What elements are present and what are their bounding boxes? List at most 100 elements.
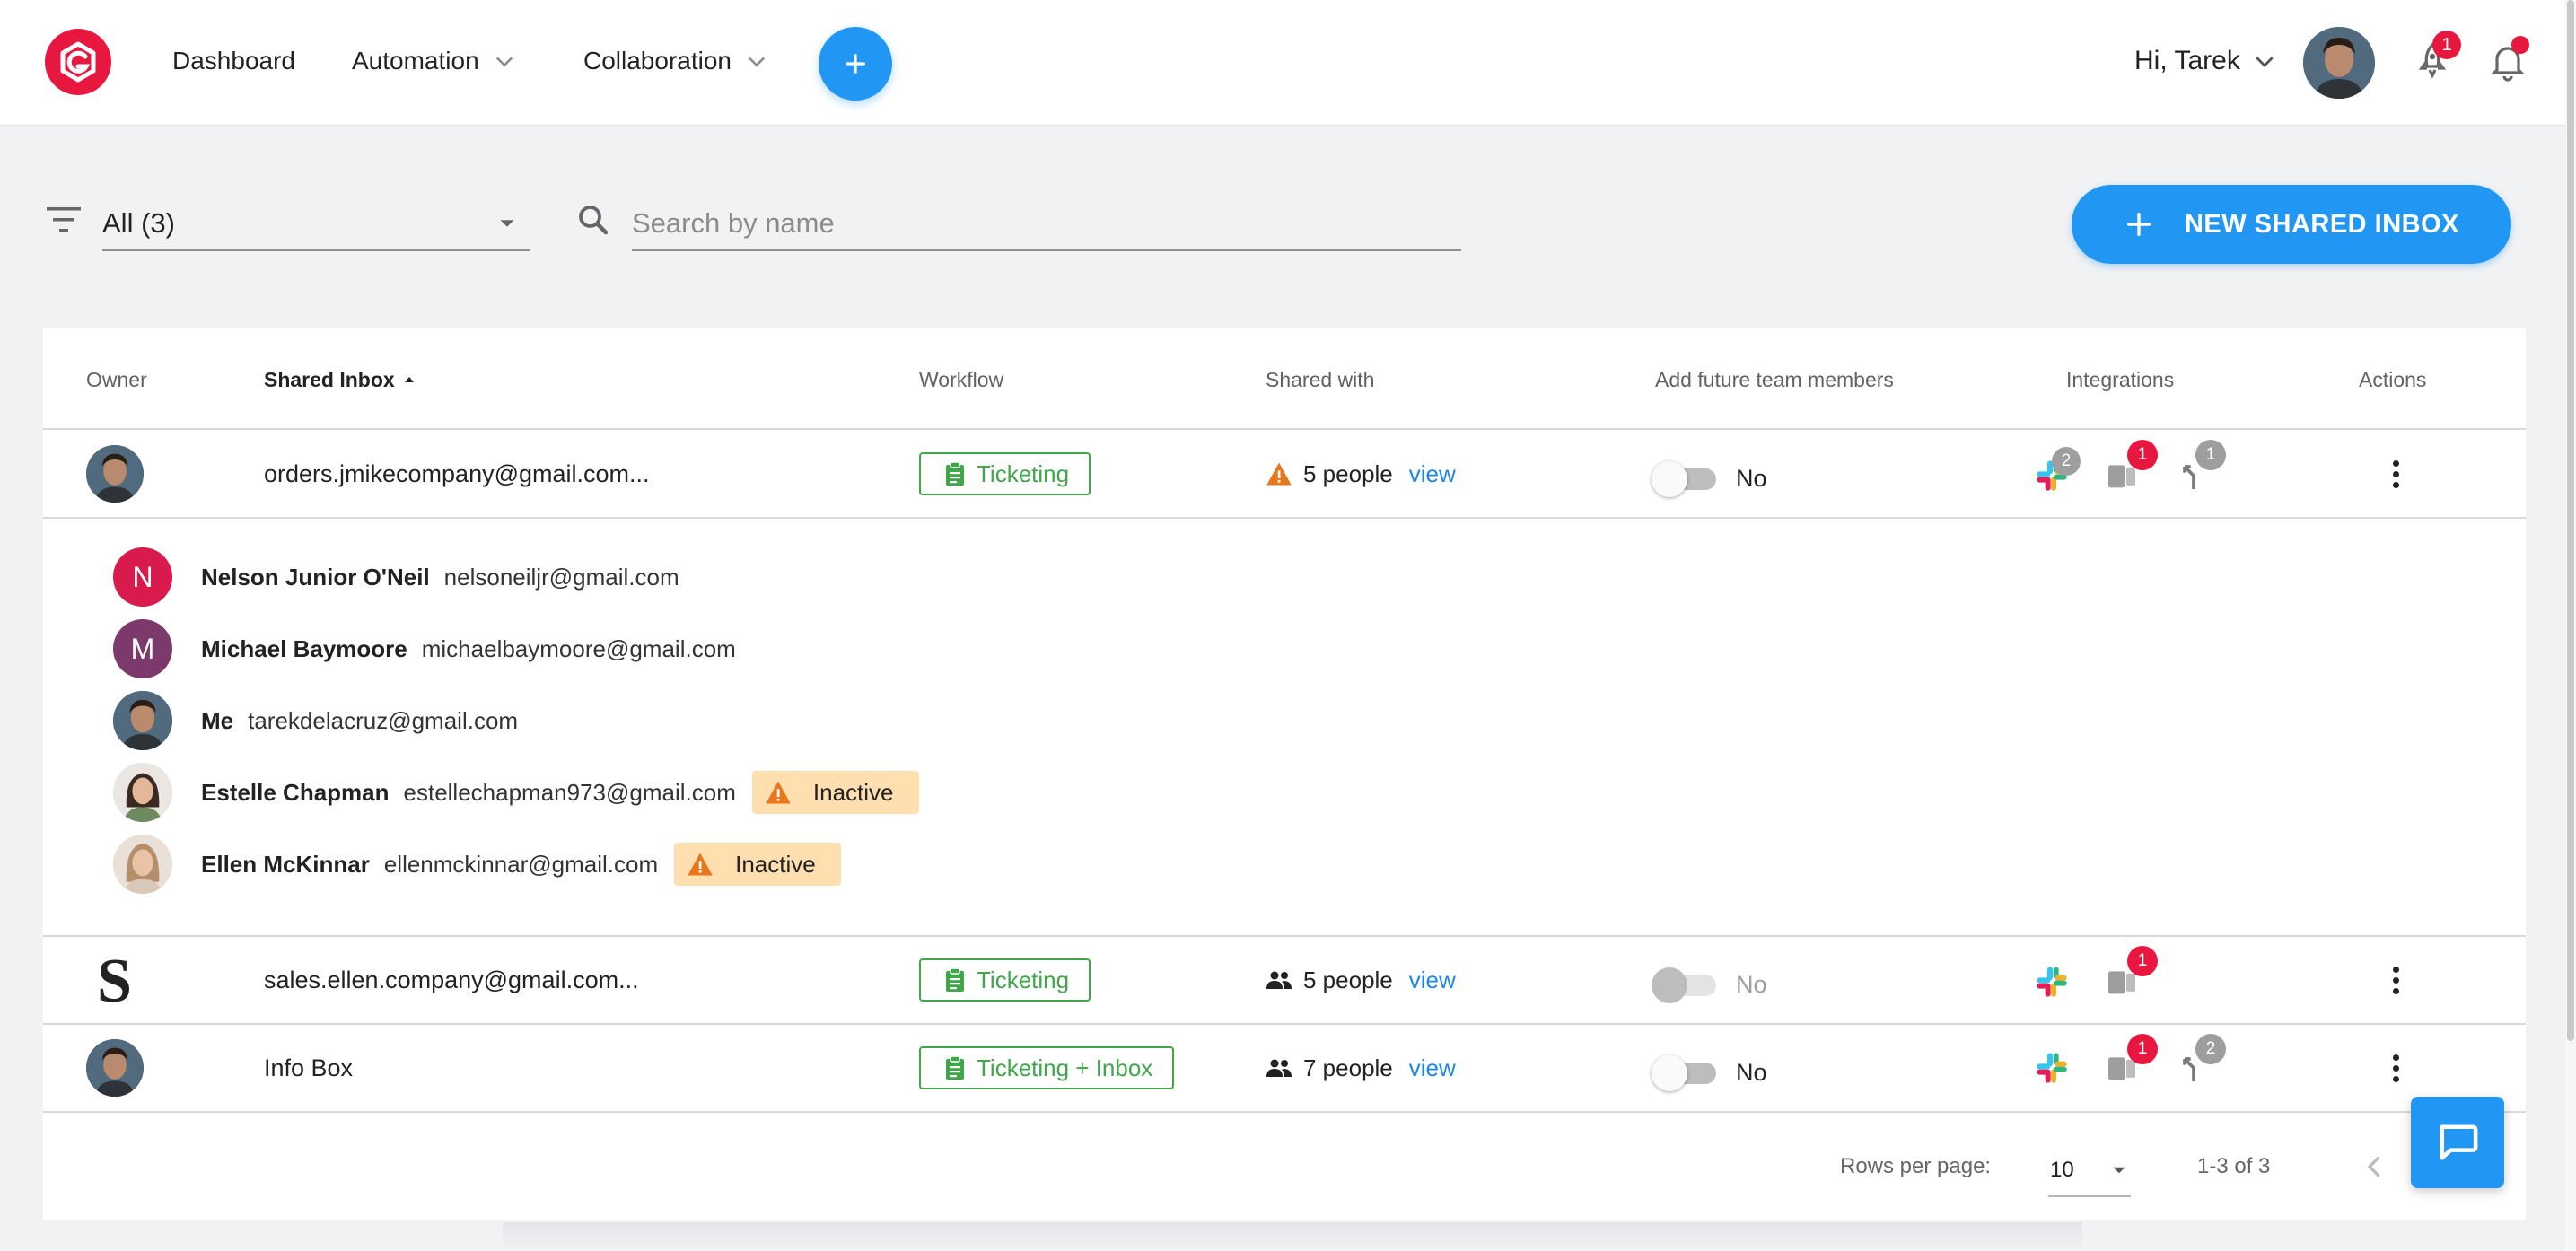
chevron-left-icon[interactable] xyxy=(2359,1149,2391,1185)
page-scrollbar[interactable] xyxy=(2565,0,2576,1251)
quick-add-button[interactable] xyxy=(819,27,892,101)
app-logo[interactable] xyxy=(45,29,111,95)
clipboard-icon xyxy=(946,1055,964,1080)
chevron-down-icon xyxy=(748,57,766,67)
toggle-label: No xyxy=(1736,1059,1767,1086)
toggle-label: No xyxy=(1736,465,1767,492)
rows-per-page-value: 10 xyxy=(2050,1158,2074,1182)
inbox-address[interactable]: orders.jmikecompany@gmail.com... xyxy=(264,458,650,490)
slack-integration[interactable] xyxy=(2032,960,2072,1000)
view-link[interactable]: view xyxy=(1409,460,1456,488)
trello-integration[interactable]: 1 xyxy=(2104,440,2158,494)
nav-collaboration[interactable]: Collaboration xyxy=(583,43,769,79)
list-item: Me tarekdelacruz@gmail.com xyxy=(113,691,518,750)
row-divider xyxy=(43,517,2526,519)
row-actions-menu-icon[interactable] xyxy=(2382,958,2409,1002)
user-portrait-icon xyxy=(2303,27,2375,99)
person-portrait-icon xyxy=(113,691,172,750)
view-link[interactable]: view xyxy=(1409,967,1456,994)
user-avatar[interactable] xyxy=(2303,27,2375,99)
workflow-label: Ticketing xyxy=(977,459,1070,487)
person-email: tarekdelacruz@gmail.com xyxy=(248,706,519,734)
inbox-address[interactable]: Info Box xyxy=(264,1052,353,1084)
future-members-toggle[interactable] xyxy=(1652,1054,1720,1091)
trello-count-badge: 1 xyxy=(2127,946,2158,976)
row-divider xyxy=(43,935,2526,937)
scrollbar-thumb[interactable] xyxy=(2567,0,2574,1041)
pagination-range: 1-3 of 3 xyxy=(2197,1154,2271,1178)
inactive-badge: Inactive xyxy=(674,843,841,886)
filter-list-icon[interactable] xyxy=(45,205,83,235)
list-item: Ellen McKinnar ellenmckinnar@gmail.com I… xyxy=(113,835,841,894)
slack-count-badge: 2 xyxy=(2052,447,2081,476)
view-link[interactable]: view xyxy=(1409,1054,1456,1082)
shared-count: 5 people xyxy=(1303,459,1393,487)
clipboard-icon xyxy=(946,967,964,992)
shared-count: 5 people xyxy=(1303,966,1393,993)
row-actions-menu-icon[interactable] xyxy=(2382,1046,2409,1089)
shared-with-cell: 5 people view xyxy=(1266,964,1456,996)
search-input[interactable] xyxy=(632,197,1461,251)
rocket-badge: 1 xyxy=(2432,31,2461,59)
slack-integration[interactable]: 2 xyxy=(2032,447,2081,494)
logo-mark-icon xyxy=(60,41,96,83)
workflow-label: Ticketing + Inbox xyxy=(977,1054,1153,1081)
person-name: Me xyxy=(201,706,234,734)
search-icon xyxy=(579,206,609,235)
merge-count-badge: 1 xyxy=(2195,440,2226,470)
person-avatar xyxy=(113,835,172,894)
inbox-filter-select[interactable]: All (3) xyxy=(102,197,530,251)
person-avatar xyxy=(113,763,172,822)
nav-dashboard[interactable]: Dashboard xyxy=(172,43,295,79)
person-name: Ellen McKinnar xyxy=(201,850,370,878)
person-email: nelsoneiljr@gmail.com xyxy=(443,563,679,591)
person-avatar xyxy=(113,691,172,750)
merge-integration[interactable]: 1 xyxy=(2176,440,2226,494)
people-icon xyxy=(1266,1059,1292,1077)
shared-with-cell: 7 people view xyxy=(1266,1052,1456,1084)
future-members-toggle[interactable] xyxy=(1652,459,1720,497)
header-divider xyxy=(43,428,2526,430)
shared-count: 7 people xyxy=(1303,1054,1393,1081)
column-shared-inbox[interactable]: Shared Inbox xyxy=(264,366,416,393)
person-portrait-icon xyxy=(113,835,172,894)
trello-count-badge: 1 xyxy=(2127,440,2158,470)
nav-dashboard-label: Dashboard xyxy=(172,47,295,74)
person-email: estellechapman973@gmail.com xyxy=(403,778,736,806)
future-members-toggle[interactable] xyxy=(1652,966,1720,1003)
svg-text:S: S xyxy=(97,949,132,1012)
nav-collaboration-label: Collaboration xyxy=(583,47,732,74)
nav-automation-label: Automation xyxy=(352,47,479,74)
dropdown-arrow-icon xyxy=(500,220,514,227)
notifications-button[interactable] xyxy=(2486,36,2529,83)
rows-per-page-select[interactable]: 10 xyxy=(2048,1145,2131,1197)
inactive-badge: Inactive xyxy=(751,771,919,814)
plus-icon xyxy=(846,54,865,74)
trello-integration[interactable]: 1 xyxy=(2104,946,2158,1000)
person-name: Michael Baymoore xyxy=(201,634,407,662)
user-menu[interactable]: Hi, Tarek xyxy=(2134,43,2278,79)
slack-integration[interactable] xyxy=(2032,1046,2072,1086)
list-item: Estelle Chapman estellechapman973@gmail.… xyxy=(113,763,919,822)
nav-automation[interactable]: Automation xyxy=(352,43,517,79)
trello-integration[interactable]: 1 xyxy=(2104,1034,2158,1086)
page-bottom-shadow xyxy=(503,1222,2082,1251)
row-actions-menu-icon[interactable] xyxy=(2382,452,2409,495)
whats-new-button[interactable]: 1 xyxy=(2411,31,2461,83)
person-avatar: M xyxy=(113,619,172,678)
row-divider xyxy=(43,1023,2526,1025)
s-logo-icon: S xyxy=(97,947,132,1016)
chat-support-button[interactable] xyxy=(2411,1097,2504,1188)
sort-ascending-icon xyxy=(404,377,414,382)
warning-icon xyxy=(688,853,713,876)
rows-per-page-label: Rows per page: xyxy=(1840,1154,1992,1178)
workflow-chip: Ticketing xyxy=(919,958,1091,1002)
slack-icon xyxy=(2037,967,2067,997)
new-shared-inbox-button[interactable]: NEW SHARED INBOX xyxy=(2072,185,2511,264)
toggle-knob xyxy=(1652,1055,1687,1091)
person-avatar: N xyxy=(113,547,172,607)
inbox-address[interactable]: sales.ellen.company@gmail.com... xyxy=(264,964,639,996)
merge-integration[interactable]: 2 xyxy=(2176,1034,2226,1086)
workflow-label: Ticketing xyxy=(977,966,1070,993)
filter-selected-value: All (3) xyxy=(102,207,175,239)
